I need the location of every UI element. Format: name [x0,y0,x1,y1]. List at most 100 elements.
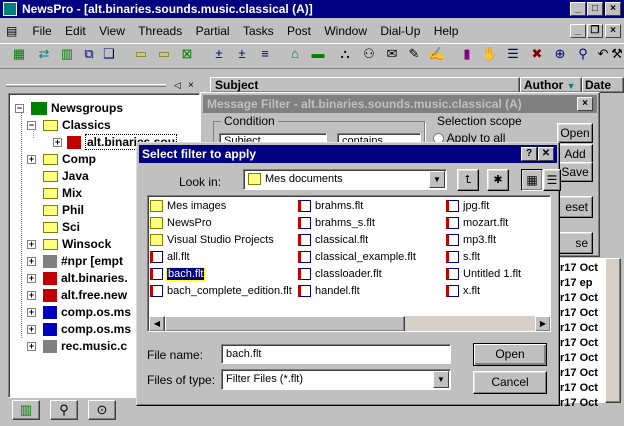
child-close-button[interactable]: × [605,24,621,38]
tree-item-alt-free-news[interactable]: + alt.free.new [27,287,127,303]
tab-search[interactable]: ⚲ [50,400,78,420]
download-icon[interactable]: ⌂ [286,45,304,63]
menu-window[interactable]: Window [319,22,372,40]
menu-file[interactable]: File [27,22,56,40]
column-subject[interactable]: Subject [210,77,520,93]
tree-item-rec-music[interactable]: + rec.music.c [27,338,127,354]
file-item[interactable]: bach_complete_edition.flt [150,283,292,299]
menu-view[interactable]: View [94,22,130,40]
file-item[interactable]: Mes images [150,198,226,214]
details-view-button[interactable]: ☰ [543,169,561,191]
file-item[interactable]: all.flt [150,249,190,265]
tree-item-phil[interactable]: Phil [43,202,84,218]
tree-item-comp[interactable]: + Comp [27,151,96,167]
tools-icon[interactable]: ⚒ [610,45,624,63]
article-row[interactable]: r17 Oct [560,262,604,274]
file-item[interactable]: mp3.flt [446,232,496,248]
look-in-combo[interactable]: Mes documents ▼ [243,169,447,190]
file-item[interactable]: classloader.flt [298,266,382,282]
tree-item-npr[interactable]: + #npr [empt [27,253,123,269]
post-icon[interactable]: ✉ [383,45,401,63]
file-item[interactable]: jpg.flt [446,198,489,214]
file-item[interactable]: classical.flt [298,232,368,248]
menu-edit[interactable]: Edit [60,22,91,40]
message-filter-close-button[interactable]: × [577,97,593,111]
copy-folder-icon[interactable]: ▭ [155,45,173,63]
filter-open-button[interactable]: Open [557,123,593,143]
menu-tasks[interactable]: Tasks [238,22,279,40]
cancel-button[interactable]: Cancel [473,371,547,394]
column-date[interactable]: Date [582,77,624,93]
article-list-scrollbar[interactable] [605,258,621,403]
tree-item-winsock[interactable]: + Winsock [27,236,111,252]
scroll-left-button[interactable]: ◀ [149,316,165,331]
filter-save-button[interactable]: Save [557,162,593,182]
app-icon[interactable] [3,2,17,16]
menu-partial[interactable]: Partial [191,22,235,40]
new-folder-button[interactable]: ✱ [487,169,509,191]
article-row[interactable]: r17 ep [560,277,604,289]
move-down-icon[interactable]: ± [233,45,251,63]
list-view-button[interactable]: ▦ [521,169,543,191]
headers-icon[interactable]: ⧉ [80,45,98,63]
delete-folder-icon[interactable]: ⊠ [178,45,196,63]
find-icon[interactable]: ⛬ [336,45,354,63]
file-item[interactable]: brahms_s.flt [298,215,375,231]
filter-add-button[interactable]: Add [557,144,593,164]
file-item[interactable]: brahms.flt [298,198,363,214]
sort-icon[interactable]: ≡ [256,45,274,63]
menu-help[interactable]: Help [429,22,464,40]
tab-binary[interactable]: ⊙ [88,400,116,420]
binoculars-icon[interactable]: ⚇ [360,45,378,63]
hand-icon[interactable]: ✋ [481,45,499,63]
doc-icon[interactable]: ▤ [6,22,24,40]
kill-icon[interactable]: ✖ [528,45,546,63]
file-item[interactable]: bach.flt [150,266,206,282]
stats-icon[interactable]: ▮ [458,45,476,63]
file-item[interactable]: x.flt [446,283,480,299]
menu-post[interactable]: Post [282,22,316,40]
scroll-thumb[interactable] [165,316,405,331]
file-item[interactable]: mozart.flt [446,215,508,231]
article-row[interactable]: r17 Oct [560,337,604,349]
tree-item-classics[interactable]: − Classics [27,117,111,133]
tree-item-java[interactable]: Java [43,168,89,184]
column-author[interactable]: Author ▼ [520,77,582,93]
filter-icon[interactable]: ▬ [309,45,327,63]
article-row[interactable]: r17 Oct [560,397,604,409]
library-icon[interactable]: ▥ [58,45,76,63]
maximize-button[interactable]: □ [587,2,603,16]
menu-threads[interactable]: Threads [133,22,187,40]
tree-panel-close-icon[interactable]: × [188,80,198,92]
article-row[interactable]: r17 Oct [560,382,604,394]
tree-panel-nav-icon[interactable]: ◁ [174,80,184,92]
menu-dialup[interactable]: Dial-Up [375,22,425,40]
tree-item-comp-os-ms-1[interactable]: + comp.os.ms [27,304,131,320]
move-up-icon[interactable]: ± [210,45,228,63]
chevron-down-icon[interactable]: ▼ [429,171,445,188]
tree-item-alt-binaries[interactable]: + alt.binaries. [27,270,128,286]
tab-newsgroups[interactable]: ▥ [12,400,40,420]
up-one-level-button[interactable]: ⮤ [457,169,479,191]
files-of-type-combo[interactable]: Filter Files (*.flt) ▼ [221,369,451,390]
dialog-help-button[interactable]: ? [521,147,537,161]
file-list-hscrollbar[interactable]: ◀ ▶ [149,316,550,331]
tree-item-mix[interactable]: Mix [43,185,82,201]
list-icon[interactable]: ☰ [504,45,522,63]
dialog-close-button[interactable]: ✕ [538,147,554,161]
article-row[interactable]: r17 Oct [560,322,604,334]
connect-icon[interactable]: ▦ [10,45,28,63]
file-item[interactable]: Untitled 1.flt [446,266,521,282]
file-item[interactable]: Visual Studio Projects [150,232,274,248]
child-minimize-button[interactable]: _ [570,24,586,38]
search-icon[interactable]: ⚲ [574,45,592,63]
file-name-input[interactable]: bach.flt [221,344,451,364]
chevron-down-icon[interactable]: ▼ [433,371,449,388]
article-row[interactable]: r17 Oct [560,367,604,379]
minimize-button[interactable]: _ [570,2,586,16]
close-button[interactable]: × [605,2,621,16]
reply-icon[interactable]: ✎ [405,45,423,63]
groups-icon[interactable]: ⇄ [35,45,53,63]
folder-icon[interactable]: ▭ [132,45,150,63]
file-item[interactable]: handel.flt [298,283,360,299]
